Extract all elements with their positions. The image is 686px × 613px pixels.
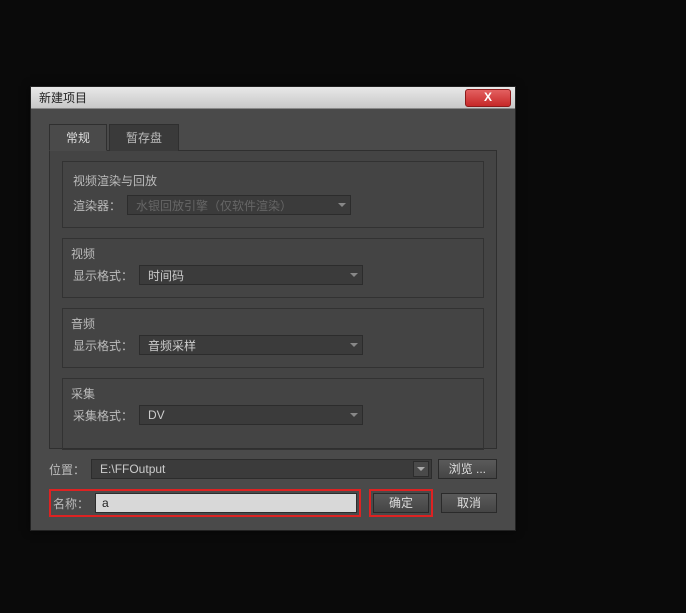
capture-section: 采集 采集格式： DV (62, 378, 484, 450)
audio-section: 音频 显示格式： 音频采样 (62, 308, 484, 368)
video-format-select[interactable]: 时间码 (139, 265, 363, 285)
chevron-down-icon (338, 203, 346, 207)
name-row: 名称： 确定 取消 (49, 489, 497, 517)
bottom-rows: 位置： E:\FFOutput 浏览 ... 名称： 确定 取消 (49, 459, 497, 517)
video-format-value: 时间码 (148, 267, 184, 284)
capture-section-label: 采集 (71, 385, 95, 402)
renderer-value: 水银回放引擎（仅软件渲染） (136, 197, 292, 214)
audio-section-label: 音频 (71, 315, 95, 332)
location-row: 位置： E:\FFOutput 浏览 ... (49, 459, 497, 479)
audio-format-label: 显示格式： (73, 337, 133, 354)
tab-scratch-disks[interactable]: 暂存盘 (109, 124, 179, 151)
video-format-label: 显示格式： (73, 267, 133, 284)
capture-format-value: DV (148, 408, 165, 422)
cancel-button[interactable]: 取消 (441, 493, 497, 513)
audio-format-value: 音频采样 (148, 337, 196, 354)
dialog-title: 新建项目 (39, 89, 465, 106)
new-project-dialog: 新建项目 X 常规 暂存盘 视频渲染与回放 渲染器： 水银回放引擎（仅软件渲染）… (30, 86, 516, 531)
renderer-select: 水银回放引擎（仅软件渲染） (127, 195, 351, 215)
render-playback-label: 视频渲染与回放 (73, 172, 473, 189)
tab-general[interactable]: 常规 (49, 124, 107, 151)
chevron-down-icon (417, 467, 425, 471)
tabs: 常规 暂存盘 (49, 123, 497, 151)
ok-button[interactable]: 确定 (373, 493, 429, 513)
render-playback-section: 视频渲染与回放 渲染器： 水银回放引擎（仅软件渲染） (62, 161, 484, 228)
browse-button[interactable]: 浏览 ... (438, 459, 497, 479)
capture-format-label: 采集格式： (73, 407, 133, 424)
titlebar: 新建项目 X (31, 87, 515, 109)
name-highlight: 名称： (49, 489, 361, 517)
capture-format-select[interactable]: DV (139, 405, 363, 425)
name-label: 名称： (53, 495, 89, 512)
ok-highlight: 确定 (369, 489, 433, 517)
location-label: 位置： (49, 461, 85, 478)
dialog-body: 常规 暂存盘 视频渲染与回放 渲染器： 水银回放引擎（仅软件渲染） 视频 显示格… (31, 109, 515, 529)
location-value: E:\FFOutput (100, 462, 165, 476)
chevron-down-icon (350, 273, 358, 277)
name-input[interactable] (95, 493, 357, 513)
general-panel: 视频渲染与回放 渲染器： 水银回放引擎（仅软件渲染） 视频 显示格式： 时间码 (49, 151, 497, 449)
audio-format-select[interactable]: 音频采样 (139, 335, 363, 355)
renderer-label: 渲染器： (73, 197, 121, 214)
chevron-down-icon (350, 343, 358, 347)
video-section: 视频 显示格式： 时间码 (62, 238, 484, 298)
chevron-down-icon (350, 413, 358, 417)
location-select[interactable]: E:\FFOutput (91, 459, 432, 479)
video-section-label: 视频 (71, 245, 95, 262)
close-button[interactable]: X (465, 89, 511, 107)
